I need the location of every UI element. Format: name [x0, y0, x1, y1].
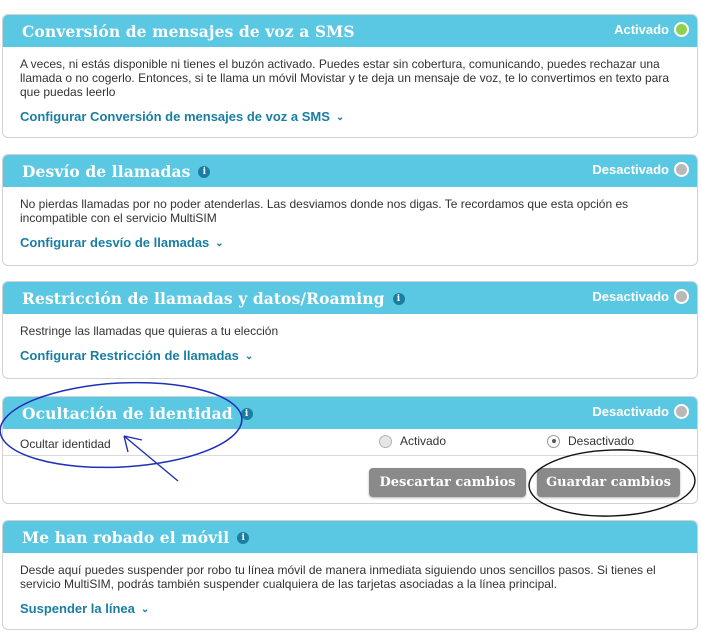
configure-voice-to-sms-link[interactable]: Configurar Conversión de mensajes de voz…: [20, 109, 344, 124]
chevron-down-icon: ⌄: [335, 112, 345, 123]
link-label: Suspender la línea: [20, 601, 135, 616]
card-title: Restricción de llamadas y datos/Roaming i: [22, 289, 405, 308]
card-body: A veces, ni estás disponible ni tienes e…: [3, 47, 697, 126]
status-toggle[interactable]: Activado: [614, 22, 689, 37]
card-header: Me han robado el móvil i: [3, 521, 697, 553]
status-label: Desactivado: [592, 404, 669, 419]
status-dot-icon: [674, 22, 689, 37]
card-description: A veces, ni estás disponible ni tienes e…: [20, 57, 669, 99]
suspend-line-link[interactable]: Suspender la línea ⌄: [20, 601, 149, 616]
card-header: Ocultación de identidad i Desactivado: [3, 397, 697, 429]
status-toggle[interactable]: Desactivado: [592, 162, 689, 177]
stolen-phone-card: Me han robado el móvil i Desde aquí puede…: [2, 520, 698, 630]
chevron-down-icon: ⌄: [140, 604, 150, 615]
radio-label: Activado: [400, 434, 447, 448]
status-label: Desactivado: [592, 289, 669, 304]
info-icon[interactable]: i: [237, 532, 250, 544]
radio-button-selected[interactable]: [547, 434, 560, 448]
status-dot-icon: [674, 404, 689, 419]
card-title: Conversión de mensajes de voz a SMS: [22, 22, 355, 41]
status-toggle[interactable]: Desactivado: [592, 289, 689, 304]
info-icon[interactable]: i: [240, 408, 253, 420]
chevron-down-icon: ⌄: [244, 351, 254, 362]
identity-hiding-card: Ocultación de identidad i Desactivado Ocu…: [2, 396, 698, 504]
card-header: Conversión de mensajes de voz a SMS Acti…: [3, 15, 697, 47]
status-toggle[interactable]: Desactivado: [592, 404, 689, 419]
radio-desactivado[interactable]: Desactivado: [547, 434, 634, 448]
radio-activado[interactable]: Activado: [379, 434, 446, 448]
chevron-down-icon: ⌄: [215, 238, 224, 249]
card-title-text: Restricción de llamadas y datos/Roaming: [22, 289, 385, 308]
call-restriction-card: Restricción de llamadas y datos/Roaming i…: [2, 281, 698, 379]
hide-identity-row: Ocultar identidad Activado Desactivado: [3, 429, 697, 456]
card-title: Me han robado el móvil i: [22, 528, 250, 547]
status-label: Activado: [614, 22, 669, 37]
card-description: No pierdas llamadas por no poder atender…: [20, 197, 629, 225]
hide-identity-label: Ocultar identidad: [20, 437, 111, 451]
card-body: Desde aquí puedes suspender por robo tu …: [3, 553, 697, 618]
card-title: Desvío de llamadas i: [22, 162, 211, 181]
discard-changes-button[interactable]: Descartar cambios: [369, 468, 526, 497]
status-dot-icon: [674, 162, 689, 177]
call-forwarding-card: Desvío de llamadas i Desactivado No pierd…: [2, 154, 698, 266]
info-icon[interactable]: i: [392, 293, 405, 305]
link-label: Configurar Conversión de mensajes de voz…: [20, 109, 330, 124]
card-body: No pierdas llamadas por no poder atender…: [3, 187, 697, 252]
card-title-text: Ocultación de identidad: [22, 404, 233, 423]
configure-call-restriction-link[interactable]: Configurar Restricción de llamadas ⌄: [20, 348, 253, 363]
radio-label: Desactivado: [568, 434, 635, 448]
card-title-text: Desvío de llamadas: [22, 162, 191, 181]
voice-to-sms-card: Conversión de mensajes de voz a SMS Acti…: [2, 14, 698, 138]
configure-call-forwarding-link[interactable]: Configurar desvío de llamadas ⌄: [20, 235, 224, 250]
card-title: Ocultación de identidad i: [22, 404, 253, 423]
card-description: Desde aquí puedes suspender por robo tu …: [20, 563, 656, 591]
info-icon[interactable]: i: [198, 166, 211, 178]
card-body: Restringe las llamadas que quieras a tu …: [3, 314, 697, 365]
save-changes-button[interactable]: Guardar cambios: [537, 468, 680, 497]
radio-button-unselected[interactable]: [379, 434, 392, 448]
card-title-text: Me han robado el móvil: [22, 528, 230, 547]
link-label: Configurar Restricción de llamadas: [20, 348, 239, 363]
status-label: Desactivado: [592, 162, 669, 177]
card-description: Restringe las llamadas que quieras a tu …: [20, 324, 279, 338]
card-header: Restricción de llamadas y datos/Roaming i…: [3, 282, 697, 314]
link-label: Configurar desvío de llamadas: [20, 235, 210, 250]
card-header: Desvío de llamadas i Desactivado: [3, 155, 697, 187]
status-dot-icon: [674, 289, 689, 304]
